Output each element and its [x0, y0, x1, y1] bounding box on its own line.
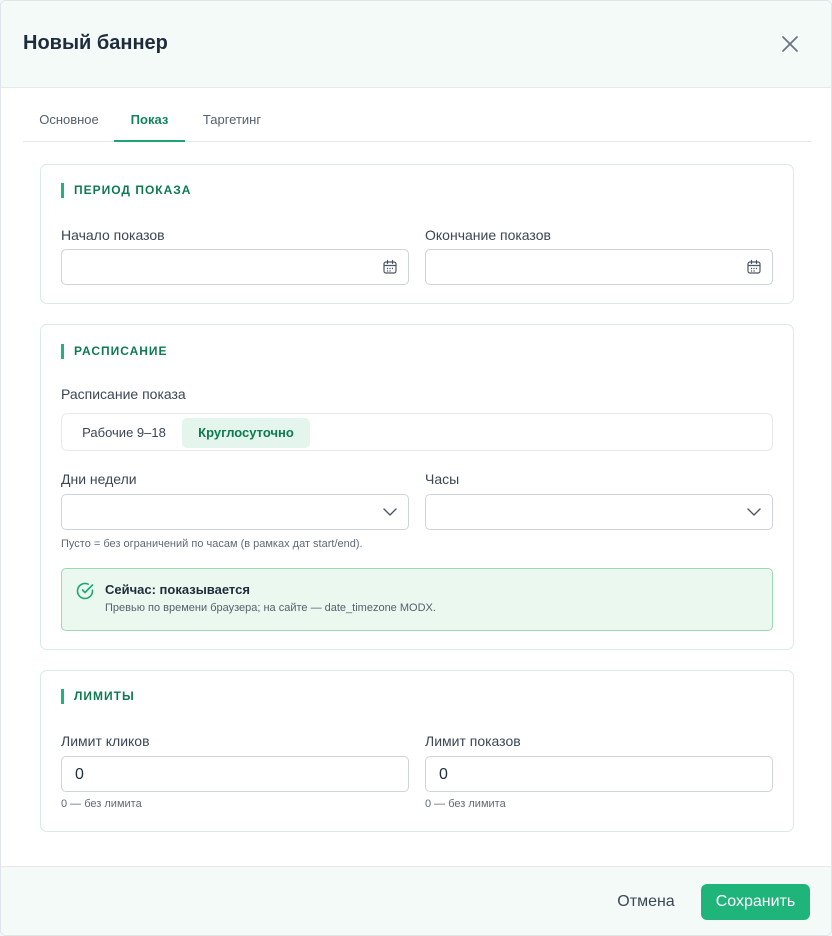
end-date-label: Окончание показов: [425, 227, 551, 243]
tab-general[interactable]: Основное: [29, 101, 109, 142]
clicks-limit-hint: 0 — без лимита: [61, 798, 142, 810]
chevron-down-icon: [747, 508, 761, 516]
schedule-hint: Пусто = без ограничений по часам (в рамк…: [61, 538, 363, 550]
status-subtitle: Превью по времени браузера; на сайте — d…: [105, 602, 436, 614]
weekdays-select[interactable]: [61, 494, 409, 530]
check-circle-icon: [76, 582, 94, 600]
tab-targeting[interactable]: Таргетинг: [195, 101, 269, 142]
clicks-limit-value: 0: [75, 766, 84, 783]
views-limit-label: Лимит показов: [425, 733, 521, 749]
weekdays-label: Дни недели: [61, 471, 137, 487]
views-limit-hint: 0 — без лимита: [425, 798, 506, 810]
period-section-title: ПЕРИОД ПОКАЗА: [61, 183, 191, 198]
mode-24h-button[interactable]: Круглосуточно: [182, 418, 310, 448]
modal-header: Новый баннер: [1, 1, 831, 88]
period-section: ПЕРИОД ПОКАЗА Начало показов Окончание п…: [40, 164, 794, 304]
calendar-icon: [383, 259, 397, 274]
close-button[interactable]: [778, 32, 802, 56]
banner-modal: Новый баннер Основное Показ Таргетинг ПЕ…: [0, 0, 832, 936]
modal-footer: Отмена Сохранить: [1, 866, 831, 935]
status-badge: Сейчас: показывается Превью по времени б…: [61, 568, 773, 631]
mode-workhours-button[interactable]: Рабочие 9–18: [66, 418, 182, 448]
calendar-icon: [747, 259, 761, 274]
schedule-mode-label: Расписание показа: [61, 386, 186, 402]
schedule-section-title: РАСПИСАНИЕ: [61, 344, 168, 359]
start-date-input[interactable]: [61, 249, 409, 285]
schedule-mode-toggle: Рабочие 9–18 Круглосуточно: [61, 413, 773, 451]
limits-section-title: ЛИМИТЫ: [61, 689, 135, 704]
end-date-input[interactable]: [425, 249, 773, 285]
views-limit-input[interactable]: 0: [425, 756, 773, 792]
save-button[interactable]: Сохранить: [701, 884, 810, 920]
clicks-limit-label: Лимит кликов: [61, 733, 150, 749]
hours-select[interactable]: [425, 494, 773, 530]
chevron-down-icon: [383, 508, 397, 516]
start-date-label: Начало показов: [61, 227, 165, 243]
tab-display[interactable]: Показ: [114, 101, 185, 142]
views-limit-value: 0: [439, 766, 448, 783]
close-icon: [782, 36, 798, 52]
cancel-button[interactable]: Отмена: [603, 884, 689, 920]
tab-bar: Основное Показ Таргетинг: [23, 101, 811, 142]
schedule-section: РАСПИСАНИЕ Расписание показа Рабочие 9–1…: [40, 324, 794, 650]
hours-label: Часы: [425, 471, 460, 487]
modal-title: Новый баннер: [23, 32, 168, 54]
status-title: Сейчас: показывается: [105, 582, 250, 597]
limits-section: ЛИМИТЫ Лимит кликов 0 0 — без лимита Лим…: [40, 670, 794, 832]
clicks-limit-input[interactable]: 0: [61, 756, 409, 792]
